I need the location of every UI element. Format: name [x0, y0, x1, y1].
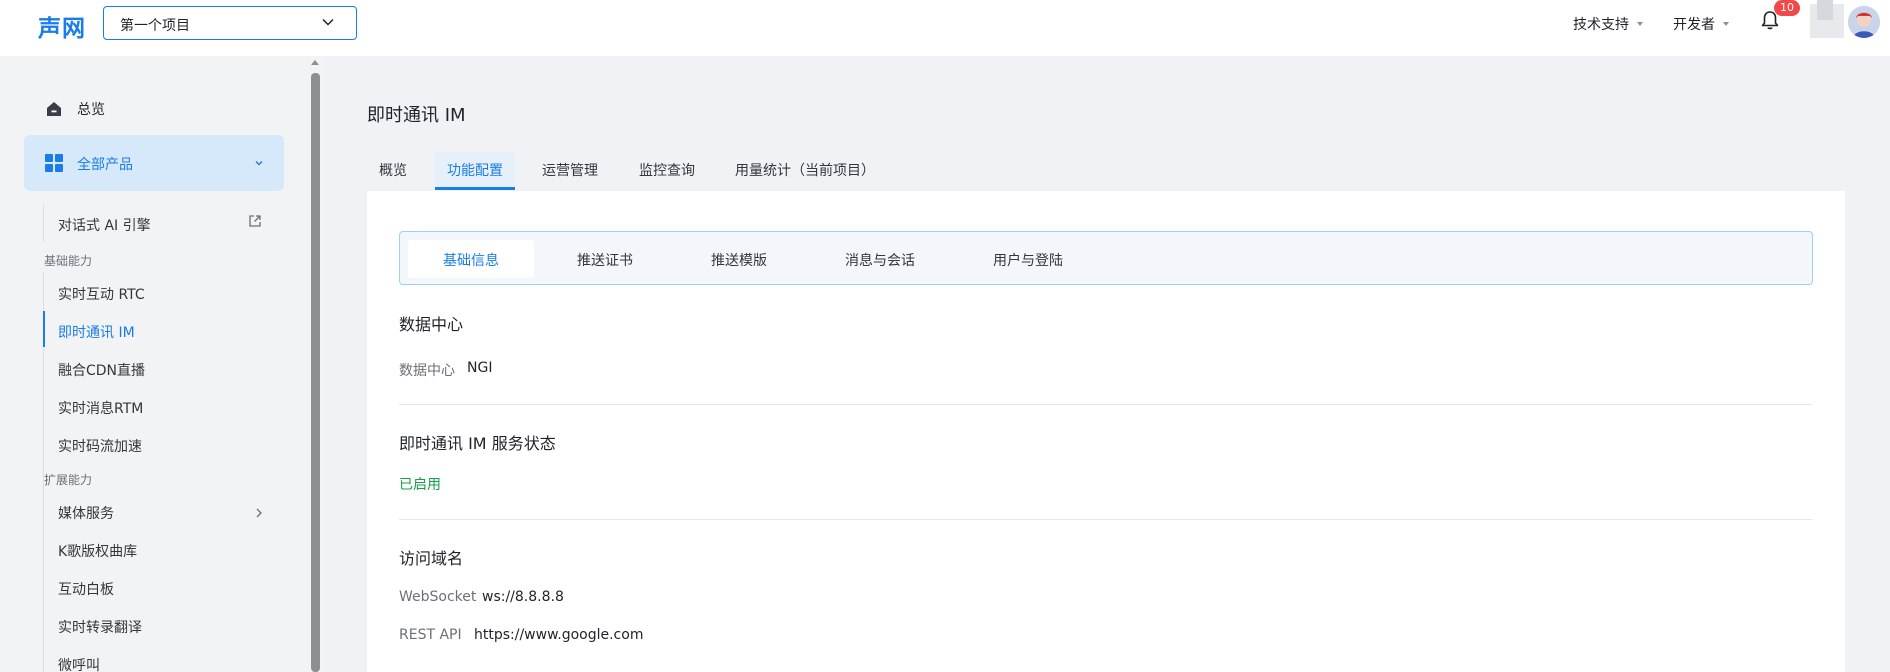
external-link-icon[interactable] [248, 214, 262, 228]
chevron-down-icon [322, 18, 334, 26]
sidebar-item-media-services[interactable]: 媒体服务 [58, 503, 114, 523]
page-title: 即时通讯 IM [367, 105, 466, 126]
sidebar-rail [43, 491, 44, 672]
service-status-value: 已启用 [399, 477, 441, 493]
subtab-users-login[interactable]: 用户与登陆 [993, 250, 1063, 270]
chevron-down-icon [255, 161, 263, 166]
sidebar-item-micro-call[interactable]: 微呼叫 [58, 655, 100, 672]
section-label-extended: 扩展能力 [44, 473, 93, 487]
active-tab-underline [435, 187, 515, 190]
sidebar-item-ktv-library[interactable]: K歌版权曲库 [58, 541, 137, 561]
data-center-value: NGI [467, 360, 493, 376]
tab-feature-config[interactable]: 功能配置 [447, 160, 503, 180]
subtab-bar: 基础信息 推送证书 推送模版 消息与会话 用户与登陆 [399, 231, 1813, 285]
tech-support-label: 技术支持 [1573, 17, 1629, 33]
subtab-push-certificates[interactable]: 推送证书 [577, 250, 633, 270]
grid-icon [45, 154, 63, 172]
sidebar-item-conversational-ai[interactable]: 对话式 AI 引擎 [58, 215, 151, 235]
sidebar-item-transcription[interactable]: 实时转录翻译 [58, 617, 142, 637]
sidebar-item-whiteboard[interactable]: 互动白板 [58, 579, 114, 599]
scroll-up-arrow-icon[interactable] [311, 60, 319, 65]
websocket-value: ws://8.8.8.8 [482, 589, 564, 605]
section-title-service-status: 即时通讯 IM 服务状态 [399, 434, 556, 453]
project-selector[interactable]: 第一个项目 [103, 6, 357, 40]
section-title-data-center: 数据中心 [399, 315, 464, 334]
tech-support-menu[interactable]: 技术支持 [1573, 14, 1643, 34]
avatar-illustration-icon [1848, 6, 1880, 38]
home-icon [47, 102, 61, 116]
sidebar-item-rtm[interactable]: 实时消息RTM [58, 398, 143, 418]
brand-logo[interactable]: 声网 [38, 9, 86, 43]
sidebar-item-label: 全部产品 [77, 157, 133, 173]
rest-api-value: https://www.google.com [474, 627, 644, 643]
section-title-domains: 访问域名 [399, 549, 464, 568]
notification-badge: 10 [1774, 0, 1800, 16]
section-divider [399, 404, 1813, 405]
project-selector-value: 第一个项目 [120, 18, 190, 34]
data-center-key: 数据中心 [399, 363, 455, 379]
sidebar-item-cdn[interactable]: 融合CDN直播 [58, 360, 145, 380]
rest-api-key: REST API [399, 627, 462, 643]
sidebar-item-stream-acceleration[interactable]: 实时码流加速 [58, 436, 142, 456]
sidebar-item-rtc[interactable]: 实时互动 RTC [58, 284, 145, 304]
section-label-basic: 基础能力 [44, 254, 93, 268]
tab-usage-stats[interactable]: 用量统计（当前项目） [735, 160, 875, 180]
tab-monitoring[interactable]: 监控查询 [639, 160, 695, 180]
section-divider [399, 519, 1813, 520]
user-avatar[interactable] [1848, 6, 1880, 38]
tab-overview[interactable]: 概览 [379, 160, 407, 180]
caret-down-icon [1637, 22, 1643, 26]
developer-label: 开发者 [1673, 17, 1715, 33]
chevron-right-icon [256, 508, 262, 518]
top-header: 声网 第一个项目 技术支持 开发者 10 [0, 0, 1890, 56]
sidebar-rail [43, 204, 44, 242]
sidebar-item-label: 总览 [77, 102, 105, 118]
subtab-push-templates[interactable]: 推送模版 [711, 250, 767, 270]
websocket-key: WebSocket [399, 589, 477, 605]
sidebar: 总览 全部产品 对话式 AI 引擎 基础能力 实时互动 RTC 即时通讯 IM … [0, 56, 308, 672]
developer-menu[interactable]: 开发者 [1673, 14, 1729, 34]
sidebar-item-all-products[interactable]: 全部产品 [24, 135, 284, 191]
sidebar-item-im[interactable]: 即时通讯 IM [58, 322, 135, 342]
blurred-username-part [1817, 0, 1833, 20]
caret-down-icon [1723, 22, 1729, 26]
active-indicator [43, 311, 45, 347]
subtab-messages-conversations[interactable]: 消息与会话 [845, 250, 915, 270]
content-card: 基础信息 推送证书 推送模版 消息与会话 用户与登陆 数据中心 数据中心 NGI… [367, 191, 1845, 672]
subtab-basic-info[interactable]: 基础信息 [443, 250, 499, 270]
sidebar-scrollbar-thumb[interactable] [311, 73, 320, 672]
sidebar-item-overview[interactable]: 总览 [24, 88, 284, 130]
tab-operations[interactable]: 运营管理 [542, 160, 598, 180]
